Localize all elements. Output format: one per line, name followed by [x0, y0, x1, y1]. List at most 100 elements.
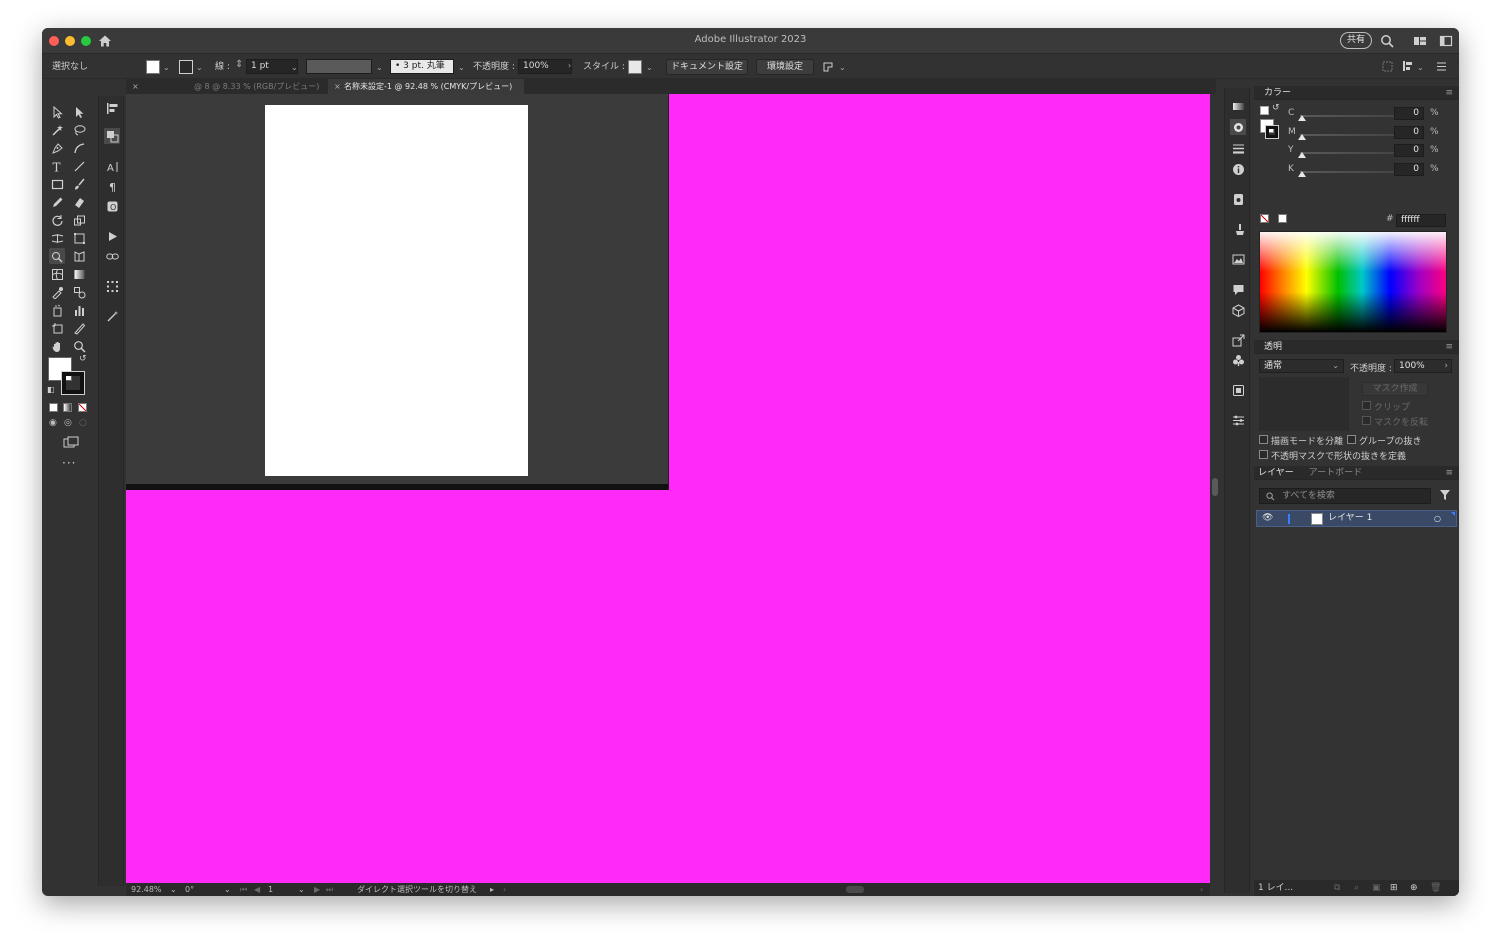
first-artboard-icon[interactable]: ⏮: [240, 884, 247, 895]
align-panel-icon[interactable]: [104, 100, 120, 116]
canvas-area[interactable]: [126, 94, 1210, 883]
paragraph-panel-icon[interactable]: ¶: [104, 178, 120, 194]
tab-document-rgb[interactable]: × @ 8 @ 8.33 % (RGB/プレビュー): [126, 79, 326, 94]
chevron-down-icon[interactable]: ⌄: [170, 884, 177, 895]
shape-builder-tool-icon[interactable]: [49, 248, 65, 264]
chevron-down-icon[interactable]: ⌄: [291, 63, 298, 72]
transform-icon[interactable]: [1382, 61, 1393, 72]
make-mask-button[interactable]: マスク作成: [1362, 382, 1428, 396]
eraser-tool-icon[interactable]: [71, 194, 87, 210]
free-transform-tool-icon[interactable]: [71, 230, 87, 246]
stroke-swatch[interactable]: [179, 60, 193, 74]
play-icon[interactable]: ▸: [490, 884, 494, 895]
chevron-down-icon[interactable]: ⌄: [196, 63, 203, 72]
artboard[interactable]: [265, 105, 528, 476]
black-slider-knob[interactable]: [1298, 171, 1306, 177]
close-icon[interactable]: ×: [132, 79, 139, 94]
transparency-panel-header[interactable]: 透明 ≡: [1254, 340, 1459, 354]
variable-width-profile[interactable]: [306, 59, 372, 74]
color-panel-icon[interactable]: [1230, 119, 1246, 135]
hex-value-field[interactable]: ffffff: [1396, 214, 1446, 227]
hand-tool-icon[interactable]: [49, 338, 65, 354]
workspace-switcher-icon[interactable]: [1413, 34, 1427, 48]
zoom-level[interactable]: 92.48%: [131, 884, 162, 895]
tab-artboards[interactable]: アートボード: [1309, 468, 1362, 478]
clip-checkbox[interactable]: [1362, 401, 1371, 410]
none-swatch-icon[interactable]: [1260, 106, 1269, 115]
info-panel-icon[interactable]: [1230, 161, 1246, 177]
status-tool-hint[interactable]: ダイレクト選択ツールを切り替え: [357, 884, 477, 895]
scrollbar-thumb[interactable]: [1212, 478, 1218, 496]
artboard-tool-icon[interactable]: [49, 320, 65, 336]
column-graph-tool-icon[interactable]: [71, 302, 87, 318]
brush-definition-field[interactable]: • 3 pt. 丸筆: [390, 59, 454, 74]
yellow-value[interactable]: 0: [1394, 144, 1424, 157]
vertical-scrollbar[interactable]: [1210, 94, 1220, 883]
edit-toolbar-icon[interactable]: ···: [62, 456, 76, 470]
color-mode-icon[interactable]: [49, 403, 58, 412]
character-panel-icon[interactable]: A: [104, 158, 120, 174]
graphic-style-swatch[interactable]: [628, 60, 642, 74]
stroke-color-icon[interactable]: [61, 371, 85, 395]
none-mode-icon[interactable]: [78, 403, 87, 412]
previous-artboard-icon[interactable]: ◀: [254, 884, 260, 895]
slice-tool-icon[interactable]: [71, 320, 87, 336]
scale-tool-icon[interactable]: [71, 212, 87, 228]
swap-fill-stroke-icon[interactable]: ↺: [1272, 103, 1280, 113]
fill-swatch[interactable]: [146, 60, 160, 74]
curvature-tool-icon[interactable]: [71, 140, 87, 156]
chevron-down-icon[interactable]: ⌄: [376, 63, 383, 72]
yellow-slider-knob[interactable]: [1298, 152, 1306, 158]
chevron-down-icon[interactable]: ⌄: [224, 884, 231, 895]
visibility-eye-icon[interactable]: 👁: [1262, 511, 1273, 526]
layer-row[interactable]: 👁 レイヤー 1 ○: [1256, 510, 1457, 527]
white-color-icon[interactable]: [1278, 214, 1287, 223]
paintbrush-tool-icon[interactable]: [71, 176, 87, 192]
layers-search-input[interactable]: すべてを検索: [1259, 488, 1431, 504]
comments-panel-icon[interactable]: [1230, 281, 1246, 297]
links-panel-icon[interactable]: [104, 248, 120, 264]
screen-mode-icon[interactable]: [63, 436, 79, 450]
new-sublayer-icon[interactable]: ⊞: [1390, 880, 1398, 896]
knockout-group-checkbox[interactable]: [1347, 435, 1356, 444]
selection-tool-icon[interactable]: [49, 104, 65, 120]
blend-mode-dropdown[interactable]: 通常 ⌄: [1259, 359, 1344, 373]
none-color-icon[interactable]: [1260, 214, 1269, 223]
default-fill-stroke-icon[interactable]: ◧: [47, 385, 55, 394]
black-slider[interactable]: [1300, 171, 1396, 173]
chevron-down-icon[interactable]: ⌄: [1417, 63, 1424, 72]
new-layer-icon[interactable]: ⊕: [1410, 880, 1418, 896]
align-icon[interactable]: [1402, 60, 1414, 72]
transparency-opacity-field[interactable]: 100% ›: [1394, 359, 1452, 373]
symbol-sprayer-tool-icon[interactable]: [49, 302, 65, 318]
magenta-slider-knob[interactable]: [1298, 134, 1306, 140]
perspective-grid-tool-icon[interactable]: [71, 248, 87, 264]
width-tool-icon[interactable]: [49, 230, 65, 246]
stroke-panel-icon[interactable]: [1230, 140, 1246, 156]
horizontal-scrollbar-thumb[interactable]: [846, 886, 864, 893]
rotate-tool-icon[interactable]: [49, 212, 65, 228]
artboard-number-field[interactable]: 1: [268, 884, 273, 895]
panel-menu-icon[interactable]: ≡: [1445, 340, 1453, 354]
export-layer-icon[interactable]: ⧉: [1334, 880, 1340, 896]
chevron-down-icon[interactable]: ⌄: [298, 884, 305, 895]
panel-menu-icon[interactable]: ≡: [1445, 86, 1453, 100]
panel-menu-icon[interactable]: ≡: [1445, 466, 1453, 480]
draw-inside-icon[interactable]: ○: [79, 418, 87, 428]
preferences-button[interactable]: 環境設定: [756, 59, 814, 75]
3d-materials-panel-icon[interactable]: [1230, 302, 1246, 318]
lasso-tool-icon[interactable]: [71, 122, 87, 138]
yellow-slider[interactable]: [1300, 152, 1396, 154]
magic-wand-panel-icon[interactable]: [104, 308, 120, 324]
document-info-panel-icon[interactable]: [1230, 191, 1246, 207]
isolate-blending-checkbox[interactable]: [1259, 435, 1268, 444]
rectangle-tool-icon[interactable]: [49, 176, 65, 192]
chevron-down-icon[interactable]: ⌄: [163, 63, 170, 72]
gradient-panel-icon[interactable]: [1230, 98, 1246, 114]
opacity-field[interactable]: 100%: [518, 59, 572, 74]
blend-tool-icon[interactable]: [71, 284, 87, 300]
export-assets-panel-icon[interactable]: [1230, 332, 1246, 348]
tab-layers[interactable]: レイヤー: [1258, 468, 1294, 478]
black-value[interactable]: 0: [1394, 163, 1424, 176]
gradient-tool-icon[interactable]: [71, 266, 87, 282]
